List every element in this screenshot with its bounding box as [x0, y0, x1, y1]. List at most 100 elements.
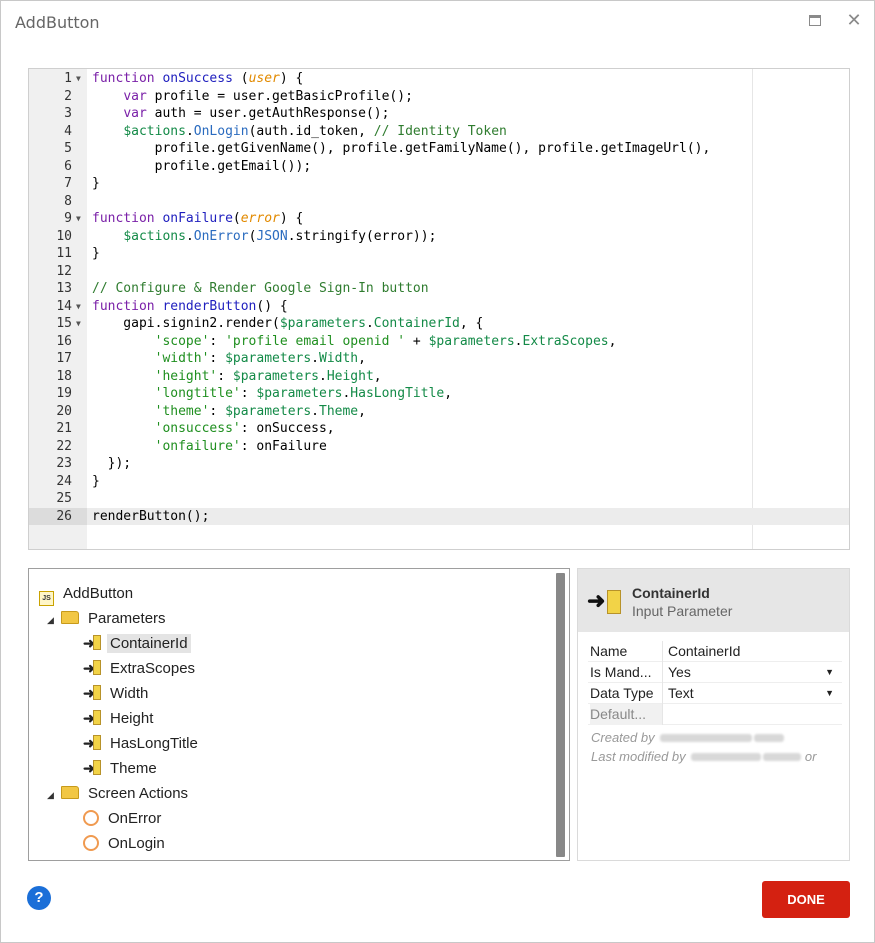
code-line[interactable]: 5 profile.getGivenName(), profile.getFam… — [29, 140, 849, 158]
line-number: 21 — [56, 421, 72, 436]
tree-item-action[interactable]: OnLogin — [83, 833, 168, 855]
code-line[interactable]: 17 'width': $parameters.Width, — [29, 350, 849, 368]
input-parameter-icon: ➜ — [83, 635, 101, 651]
code-line[interactable]: 15 ▼ gapi.signin2.render($parameters.Cont… — [29, 315, 849, 333]
line-number: 24 — [56, 473, 72, 489]
dropdown-arrow-icon[interactable]: ▼ — [825, 662, 834, 683]
property-value[interactable]: ContainerId — [668, 641, 740, 662]
input-parameter-icon: ➜ — [83, 735, 101, 751]
line-number: 8 — [64, 193, 72, 209]
code-lines[interactable]: 1 ▼ function onSuccess (user) {2 var profi… — [29, 69, 849, 525]
code-text: 'height': $parameters.Height, — [154, 368, 382, 384]
line-number: 18 — [56, 368, 72, 384]
code-line[interactable]: 9 ▼ function onFailure(error) { — [29, 210, 849, 228]
fold-arrow-icon[interactable]: ▼ — [76, 70, 81, 88]
code-line[interactable]: 19 'longtitle': $parameters.HasLongTitle… — [29, 385, 849, 403]
tree-item-parameters[interactable]: ◢ Parameters — [47, 608, 169, 630]
code-text: profile.getGivenName(), profile.getFamil… — [92, 141, 711, 156]
tree-item-root[interactable]: JS AddButton — [39, 583, 136, 606]
input-parameter-icon: ➜ — [83, 660, 101, 676]
code-line[interactable]: 3 var auth = user.getAuthResponse(); — [29, 105, 849, 123]
code-line[interactable]: 22 'onfailure': onFailure — [29, 438, 849, 456]
code-line[interactable]: 10 $actions.OnError(JSON.stringify(error… — [29, 228, 849, 246]
line-number: 11 — [56, 246, 72, 261]
tree-item-parameter[interactable]: ➜ Theme — [83, 758, 160, 780]
property-value[interactable]: Text — [668, 683, 694, 704]
code-text: 'onfailure': onFailure — [154, 438, 327, 454]
line-number: 2 — [64, 88, 72, 104]
code-line[interactable]: 24} — [29, 473, 849, 491]
code-line[interactable]: 23 }); — [29, 455, 849, 473]
help-button[interactable]: ? — [27, 886, 51, 910]
code-line[interactable]: 21 'onsuccess': onSuccess, — [29, 420, 849, 438]
tree-item-parameter[interactable]: ➜ Height — [83, 708, 156, 730]
screen-action-icon — [83, 835, 99, 851]
maximize-icon[interactable] — [805, 11, 825, 31]
input-parameter-icon: ➜ — [83, 685, 101, 701]
screen-action-icon — [83, 810, 99, 826]
line-number: 20 — [56, 403, 72, 419]
line-number: 12 — [56, 263, 72, 279]
tree-item-screen-actions[interactable]: ◢ Screen Actions — [47, 783, 191, 805]
code-text: } — [92, 473, 100, 489]
code-text: 'onsuccess': onSuccess, — [154, 421, 335, 436]
code-text: } — [92, 246, 100, 261]
collapse-arrow-icon[interactable]: ◢ — [47, 784, 61, 806]
line-number: 4 — [64, 123, 72, 139]
code-text: 'theme': $parameters.Theme, — [154, 403, 366, 419]
code-text: // Configure & Render Google Sign-In but… — [92, 281, 429, 296]
code-editor[interactable]: 1 ▼ function onSuccess (user) {2 var profi… — [28, 68, 850, 550]
property-row[interactable]: Default... — [588, 704, 842, 725]
input-parameter-icon: ➜ — [587, 588, 621, 614]
line-number: 3 — [64, 106, 72, 121]
code-line[interactable]: 18 'height': $parameters.Height, — [29, 368, 849, 386]
property-row[interactable]: Is Mand... Yes ▼ — [588, 662, 842, 683]
code-line[interactable]: 16 'scope': 'profile email openid ' + $p… — [29, 333, 849, 351]
property-value[interactable]: Yes — [668, 662, 691, 683]
tree-item-parameter[interactable]: ➜ ContainerId — [83, 633, 191, 655]
code-line[interactable]: 25 — [29, 490, 849, 508]
code-line[interactable]: 2 var profile = user.getBasicProfile(); — [29, 88, 849, 106]
collapse-arrow-icon[interactable]: ◢ — [47, 609, 61, 631]
property-key: Default... — [590, 704, 662, 725]
code-line[interactable]: 8 — [29, 193, 849, 211]
code-line[interactable]: 12 — [29, 263, 849, 281]
code-text: }); — [92, 456, 132, 471]
line-number: 7 — [64, 176, 72, 191]
line-number: 10 — [56, 228, 72, 244]
code-text: 'width': $parameters.Width, — [154, 351, 366, 366]
code-line[interactable]: 7} — [29, 175, 849, 193]
code-line[interactable]: 26 renderButton(); — [29, 507, 849, 525]
fold-arrow-icon[interactable]: ▼ — [76, 315, 81, 333]
fold-arrow-icon[interactable]: ▼ — [76, 210, 81, 228]
code-line[interactable]: 20 'theme': $parameters.Theme, — [29, 403, 849, 421]
fold-arrow-icon[interactable]: ▼ — [76, 298, 81, 316]
dropdown-arrow-icon[interactable]: ▼ — [825, 683, 834, 704]
tree-item-action[interactable]: OnError — [83, 808, 164, 830]
property-row[interactable]: Data Type Text ▼ — [588, 683, 842, 704]
code-text: $actions.OnError(JSON.stringify(error)); — [123, 228, 437, 244]
tree-scrollbar[interactable] — [556, 573, 565, 857]
input-parameter-icon: ➜ — [83, 710, 101, 726]
done-button[interactable]: DONE — [762, 881, 850, 918]
folder-icon — [61, 611, 79, 624]
javascript-icon: JS — [39, 591, 54, 606]
tree-item-parameter[interactable]: ➜ ExtraScopes — [83, 658, 198, 680]
code-line[interactable]: 14 ▼ function renderButton() { — [29, 298, 849, 316]
line-number: 23 — [56, 456, 72, 471]
code-line[interactable]: 11} — [29, 245, 849, 263]
code-text: gapi.signin2.render($parameters.Containe… — [92, 316, 484, 331]
property-key: Data Type — [590, 685, 654, 701]
code-line[interactable]: 1 ▼ function onSuccess (user) { — [29, 70, 849, 88]
tree-item-parameter[interactable]: ➜ Width — [83, 683, 151, 705]
code-line[interactable]: 13 // Configure & Render Google Sign-In b… — [29, 280, 849, 298]
code-line[interactable]: 4 $actions.OnLogin(auth.id_token, // Ide… — [29, 123, 849, 141]
properties-header: ➜ ContainerId Input Parameter — [578, 569, 849, 632]
tree-item-parameter[interactable]: ➜ HasLongTitle — [83, 733, 201, 755]
code-line[interactable]: 6 profile.getEmail()); — [29, 158, 849, 176]
property-row[interactable]: Name ContainerId — [588, 641, 842, 662]
line-number: 17 — [56, 351, 72, 366]
element-tree[interactable]: JS AddButton ◢ Parameters ➜ ContainerId ➜ Ext… — [28, 568, 570, 861]
line-number: 5 — [64, 141, 72, 156]
close-icon[interactable]: ✕ — [844, 11, 864, 31]
